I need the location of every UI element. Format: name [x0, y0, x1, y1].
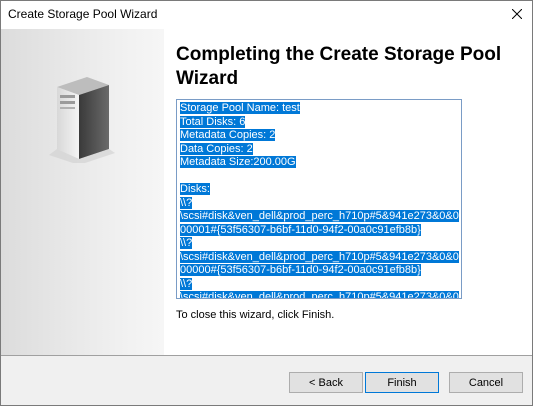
summary-line-text: 00001#{53f56307-b6bf-11d0-94f2-00a0c91ef…	[180, 223, 421, 236]
server-tower-icon	[47, 73, 117, 165]
finish-button[interactable]: Finish	[365, 372, 439, 393]
summary-line-text: \scsi#disk&ven_dell&prod_perc_h710p#5&94…	[180, 250, 459, 263]
summary-line-text: Total Disks: 6	[180, 115, 246, 128]
summary-line: \\?	[180, 196, 458, 211]
back-button[interactable]: < Back	[289, 372, 363, 393]
summary-line: \scsi#disk&ven_dell&prod_perc_h710p#5&94…	[180, 291, 459, 298]
cancel-button[interactable]: Cancel	[449, 372, 523, 393]
summary-line-text: Storage Pool Name: test	[180, 102, 300, 114]
summary-line: Total Disks: 6	[180, 115, 458, 130]
finish-hint: To close this wizard, click Finish.	[176, 309, 335, 321]
summary-line-text: \\?	[180, 237, 193, 249]
wizard-window: Create Storage Pool Wizard Completing th…	[0, 0, 533, 406]
summary-textbox[interactable]: Storage Pool Name: test Total Disks: 6 Met…	[176, 99, 462, 299]
page-title: Completing the Create Storage Pool Wizar…	[176, 44, 502, 89]
summary-line: 00001#{53f56307-b6bf-11d0-94f2-00a0c91ef…	[180, 223, 458, 238]
summary-line: Storage Pool Name: test	[180, 102, 458, 116]
summary-blank-line	[180, 170, 458, 184]
summary-line-text: Disks:	[180, 183, 210, 195]
wizard-content: Completing the Create Storage Pool Wizar…	[164, 29, 532, 355]
summary-line-text: Metadata Copies: 2	[180, 129, 276, 141]
summary-line-text: Data Copies: 2	[180, 142, 253, 155]
summary-line: Metadata Size:200.00G	[180, 156, 458, 170]
close-icon	[511, 8, 523, 22]
summary-line-text: Metadata Size:200.00G	[180, 156, 296, 168]
summary-line: \scsi#disk&ven_dell&prod_perc_h710p#5&94…	[180, 210, 459, 224]
window-title: Create Storage Pool Wizard	[8, 7, 158, 21]
summary-line-text: \\?	[180, 277, 193, 290]
summary-line-text: \scsi#disk&ven_dell&prod_perc_h710p#5&94…	[180, 291, 459, 298]
button-bar: < Back Finish Cancel	[1, 356, 532, 405]
cancel-button-label: Cancel	[468, 376, 504, 389]
summary-line: \\?	[180, 237, 458, 251]
finish-button-label: Finish	[387, 376, 417, 389]
summary-line: Data Copies: 2	[180, 142, 458, 157]
summary-line-text: \\?	[180, 196, 193, 209]
summary-line: Disks:	[180, 183, 458, 197]
summary-line: \\?	[180, 277, 458, 292]
summary-line: 00000#{53f56307-b6bf-11d0-94f2-00a0c91ef…	[180, 264, 458, 278]
summary-line: Metadata Copies: 2	[180, 129, 458, 143]
title-bar: Create Storage Pool Wizard	[1, 1, 532, 29]
summary-text: Storage Pool Name: test Total Disks: 6 Met…	[177, 100, 461, 298]
wizard-sidebar	[1, 29, 164, 355]
summary-line-text: 00000#{53f56307-b6bf-11d0-94f2-00a0c91ef…	[180, 264, 421, 276]
back-button-label: < Back	[309, 376, 343, 389]
close-button[interactable]	[502, 1, 532, 29]
summary-line: \scsi#disk&ven_dell&prod_perc_h710p#5&94…	[180, 250, 459, 265]
summary-line-text: \scsi#disk&ven_dell&prod_perc_h710p#5&94…	[180, 210, 459, 222]
